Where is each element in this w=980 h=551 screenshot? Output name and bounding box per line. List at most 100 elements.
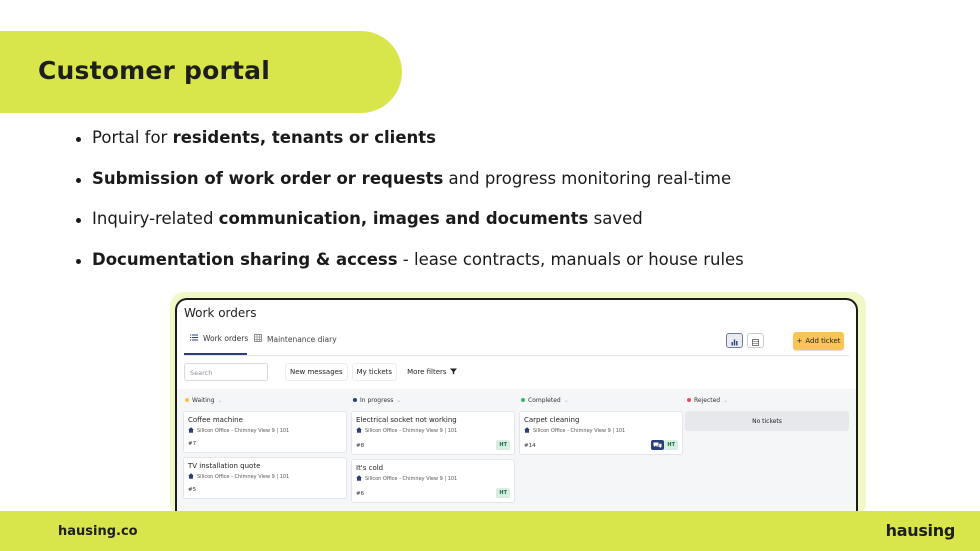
tab-label: Maintenance diary bbox=[267, 334, 337, 344]
tab-work-orders[interactable]: Work orders bbox=[190, 334, 248, 343]
ticket-card[interactable]: TV installation quote Silicon Office - C… bbox=[183, 457, 347, 499]
bullet-text: saved bbox=[588, 209, 643, 228]
ticket-title: It's cold bbox=[356, 464, 384, 472]
view-toggle bbox=[726, 333, 764, 348]
more-filters-label: More filters bbox=[407, 368, 447, 376]
search-input[interactable]: Search bbox=[184, 363, 268, 381]
ticket-location: Silicon Office - Chimney View 9 | 101 bbox=[188, 473, 289, 481]
filter-bar: Search New messages My tickets More filt… bbox=[184, 363, 465, 381]
home-icon bbox=[188, 473, 194, 481]
bullet-list: Portal for residents, tenants or clients… bbox=[76, 128, 744, 290]
column-header: In progress ⌄ bbox=[351, 389, 515, 411]
chevron-down-icon: ⌄ bbox=[217, 396, 223, 404]
location-text: Silicon Office - Chimney View 9 | 101 bbox=[197, 474, 290, 480]
ticket-number: #5 bbox=[188, 487, 197, 493]
ticket-card[interactable]: Coffee machine Silicon Office - Chimney … bbox=[183, 411, 347, 453]
column-waiting: Waiting ⌄ Coffee machine Silicon Office … bbox=[183, 389, 347, 503]
bullet-item: Inquiry-related communication, images an… bbox=[76, 209, 744, 229]
filter-new-messages[interactable]: New messages bbox=[285, 363, 348, 381]
assignee-badge: HT bbox=[496, 488, 510, 498]
column-rejected: Rejected ⌄ No tickets bbox=[685, 389, 849, 431]
bullet-text: and progress monitoring real-time bbox=[443, 168, 732, 188]
slide-title: Customer portal bbox=[38, 56, 270, 85]
title-band: Customer portal bbox=[0, 31, 402, 113]
bullet-bold: Documentation sharing & access bbox=[92, 249, 398, 269]
chevron-down-icon: ⌄ bbox=[723, 396, 729, 404]
location-text: Silicon Office - Chimney View 9 | 101 bbox=[533, 428, 626, 434]
tab-bar: Work orders Maintenance diary + Add tick… bbox=[184, 330, 849, 356]
add-ticket-label: Add ticket bbox=[805, 337, 841, 345]
assignee-badge: HT bbox=[496, 440, 510, 450]
ticket-card[interactable]: Electrical socket not working Silicon Of… bbox=[351, 411, 515, 455]
bullet-item: Portal for residents, tenants or clients bbox=[76, 128, 744, 148]
status-dot bbox=[521, 398, 525, 402]
footer-band: hausing.co hausing bbox=[0, 511, 980, 551]
ticket-location: Silicon Office - Chimney View 9 | 101 bbox=[524, 427, 625, 435]
column-header: Waiting ⌄ bbox=[183, 389, 347, 411]
more-filters-button[interactable]: More filters bbox=[403, 363, 461, 381]
brand-logo: hausing bbox=[885, 521, 956, 540]
filter-icon bbox=[449, 368, 457, 377]
ticket-card[interactable]: It's cold Silicon Office - Chimney View … bbox=[351, 459, 515, 503]
ticket-number: #14 bbox=[524, 443, 536, 449]
bullet-text: Portal for bbox=[92, 128, 173, 147]
status-dot bbox=[185, 398, 189, 402]
location-text: Silicon Office - Chimney View 9 | 101 bbox=[365, 428, 458, 434]
ticket-number: #7 bbox=[188, 441, 197, 447]
bar-chart-icon bbox=[731, 331, 738, 350]
column-completed: Completed ⌄ Carpet cleaning Silicon Offi… bbox=[519, 389, 683, 459]
chevron-down-icon: ⌄ bbox=[563, 396, 569, 404]
bullet-bold: residents, tenants or clients bbox=[172, 128, 436, 147]
status-dot bbox=[687, 398, 691, 402]
bullet-item: Submission of work order or requests and… bbox=[76, 169, 744, 189]
column-in-progress: In progress ⌄ Electrical socket not work… bbox=[351, 389, 515, 507]
bullet-bold: communication, images and documents bbox=[218, 209, 589, 228]
home-icon bbox=[188, 427, 194, 435]
grid-icon bbox=[254, 334, 262, 344]
chat-icon bbox=[651, 440, 664, 450]
ticket-title: Coffee machine bbox=[188, 416, 243, 424]
column-title: Completed bbox=[528, 396, 561, 404]
kanban-board: Waiting ⌄ Coffee machine Silicon Office … bbox=[177, 389, 856, 520]
board-view-button[interactable] bbox=[726, 333, 743, 348]
filter-my-tickets[interactable]: My tickets bbox=[351, 363, 398, 381]
table-view-button[interactable] bbox=[747, 333, 764, 348]
assignee-badge: HT bbox=[664, 440, 678, 450]
ticket-location: Silicon Office - Chimney View 9 | 101 bbox=[356, 427, 457, 435]
app-title: Work orders bbox=[184, 306, 257, 320]
ticket-location: Silicon Office - Chimney View 9 | 101 bbox=[356, 475, 457, 483]
plus-icon: + bbox=[796, 337, 803, 345]
tab-maintenance-diary[interactable]: Maintenance diary bbox=[254, 334, 337, 344]
location-text: Silicon Office - Chimney View 9 | 101 bbox=[365, 476, 458, 482]
slide: Customer portal Portal for residents, te… bbox=[0, 0, 980, 551]
home-icon bbox=[356, 427, 362, 435]
ticket-title: TV installation quote bbox=[188, 462, 261, 470]
status-dot bbox=[353, 398, 357, 402]
home-icon bbox=[356, 475, 362, 483]
app-screenshot: Work orders Work orders Maintenance diar… bbox=[175, 298, 858, 520]
column-header: Completed ⌄ bbox=[519, 389, 683, 411]
ticket-number: #6 bbox=[356, 491, 365, 497]
bullet-text: Inquiry-related bbox=[92, 209, 219, 228]
list-icon bbox=[190, 334, 198, 343]
chevron-down-icon: ⌄ bbox=[396, 396, 402, 404]
column-header: Rejected ⌄ bbox=[685, 389, 849, 411]
column-title: In progress bbox=[360, 396, 394, 404]
location-text: Silicon Office - Chimney View 9 | 101 bbox=[197, 428, 290, 434]
tab-label: Work orders bbox=[203, 334, 249, 343]
add-ticket-button[interactable]: + Add ticket bbox=[793, 332, 844, 350]
ticket-title: Carpet cleaning bbox=[524, 416, 580, 424]
column-title: Rejected bbox=[694, 396, 721, 404]
empty-state: No tickets bbox=[685, 411, 849, 431]
ticket-number: #8 bbox=[356, 443, 365, 449]
ticket-card[interactable]: Carpet cleaning Silicon Office - Chimney… bbox=[519, 411, 683, 455]
column-title: Waiting bbox=[192, 396, 215, 404]
active-tab-indicator bbox=[184, 353, 247, 355]
bullet-bold: Submission of work order or requests bbox=[92, 168, 444, 188]
ticket-title: Electrical socket not working bbox=[356, 416, 457, 424]
home-icon bbox=[524, 427, 530, 435]
footer-website: hausing.co bbox=[58, 524, 138, 539]
table-icon bbox=[752, 331, 759, 350]
ticket-location: Silicon Office - Chimney View 9 | 101 bbox=[188, 427, 289, 435]
bullet-item: Documentation sharing & access - lease c… bbox=[76, 250, 744, 270]
